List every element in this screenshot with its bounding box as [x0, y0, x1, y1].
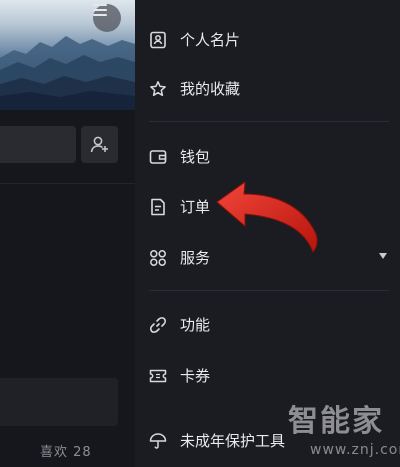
hamburger-icon	[93, 4, 107, 16]
profile-cover-image	[0, 0, 135, 110]
edit-profile-button[interactable]	[0, 126, 76, 163]
id-card-icon	[150, 31, 166, 49]
menu-item-label: 卡券	[180, 367, 211, 385]
profile-page: 喜欢 28	[0, 0, 135, 467]
wallet-icon	[149, 150, 167, 164]
watermark-url: www.znj.com	[310, 442, 400, 458]
services-grid-icon	[150, 250, 166, 266]
star-icon	[150, 81, 166, 97]
link-icon	[150, 317, 166, 333]
add-friend-button[interactable]	[81, 126, 118, 163]
divider	[149, 121, 389, 122]
chevron-down-icon[interactable]	[379, 253, 387, 259]
menu-item-business-card[interactable]: 个人名片	[135, 20, 400, 60]
add-user-icon	[90, 136, 108, 152]
menu-item-label: 订单	[180, 198, 211, 216]
divider	[149, 290, 389, 291]
menu-item-wallet[interactable]: 钱包	[135, 137, 400, 177]
umbrella-icon	[149, 433, 167, 449]
likes-count[interactable]: 喜欢 28	[40, 441, 92, 460]
menu-button[interactable]	[93, 4, 121, 32]
menu-item-label: 未成年保护工具	[180, 432, 286, 450]
menu-item-label: 个人名片	[180, 31, 241, 49]
order-icon	[151, 198, 165, 216]
menu-item-label: 功能	[180, 316, 211, 334]
watermark-title: 智能家	[288, 404, 384, 439]
menu-item-features[interactable]: 功能	[135, 305, 400, 345]
red-arrow-annotation	[216, 180, 318, 253]
menu-item-favorites[interactable]: 我的收藏	[135, 69, 400, 109]
divider	[0, 183, 135, 184]
watermark: 智能家 www.znj.com	[288, 404, 400, 464]
menu-item-label: 服务	[180, 249, 211, 267]
menu-item-label: 我的收藏	[180, 80, 241, 98]
ticket-icon	[149, 369, 167, 383]
content-card[interactable]	[0, 378, 118, 426]
menu-item-label: 钱包	[180, 148, 211, 166]
menu-item-coupons[interactable]: 卡券	[135, 356, 400, 396]
